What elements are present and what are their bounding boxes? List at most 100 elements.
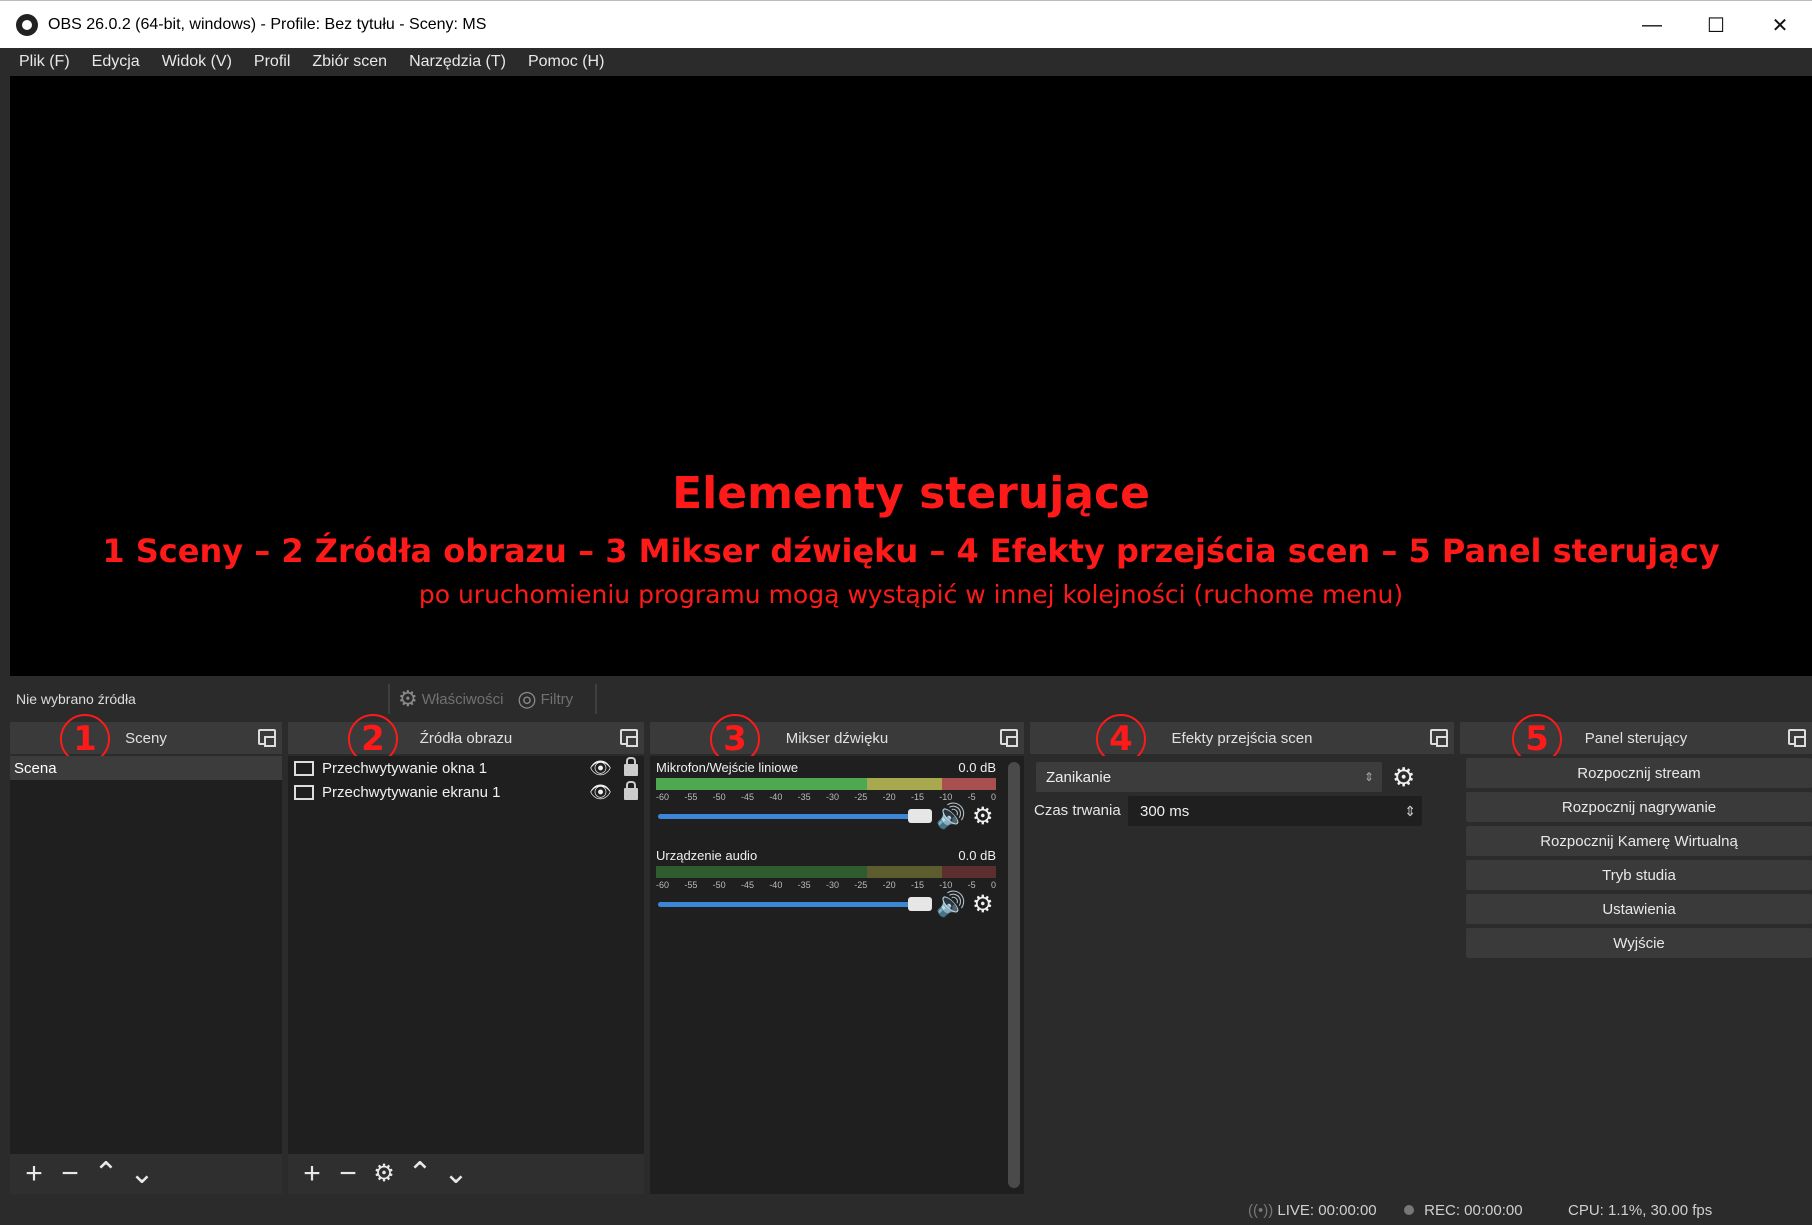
minimize-button[interactable]: — <box>1620 1 1684 49</box>
scenes-list[interactable]: Scena + − ⌃ ⌄ <box>10 756 282 1194</box>
scenes-dock: Sceny 1 Scena + − ⌃ ⌄ <box>10 714 282 1194</box>
duration-input[interactable]: 300 ms ⇕ <box>1128 796 1422 826</box>
remove-source-button[interactable]: − <box>330 1159 366 1189</box>
add-source-button[interactable]: + <box>294 1159 330 1189</box>
scenes-title: Sceny <box>125 729 167 747</box>
gear-icon[interactable]: ⚙ <box>1392 762 1415 793</box>
volume-slider-handle[interactable] <box>908 897 932 911</box>
properties-label: Właściwości <box>421 690 504 708</box>
source-label: Przechwytywanie ekranu 1 <box>322 783 501 801</box>
controls-title: Panel sterujący <box>1584 729 1688 747</box>
start-recording-button[interactable]: Rozpocznij nagrywanie <box>1466 792 1812 822</box>
menu-profile[interactable]: Profil <box>243 53 301 71</box>
remove-scene-button[interactable]: − <box>52 1159 88 1189</box>
annotation-overlay: Elementy sterujące 1 Sceny – 2 Źródła ob… <box>10 76 1812 676</box>
start-stream-button[interactable]: Rozpocznij stream <box>1466 758 1812 788</box>
volume-meter <box>656 778 996 790</box>
gear-icon[interactable]: ⚙ <box>972 890 994 919</box>
obs-logo-icon <box>16 13 38 36</box>
start-virtual-camera-button[interactable]: Rozpocznij Kamerę Wirtualną <box>1466 826 1812 856</box>
menu-tools[interactable]: Narzędzia (T) <box>398 53 517 71</box>
monitor-icon <box>294 784 314 800</box>
maximize-button[interactable]: ☐ <box>1684 1 1748 49</box>
toolbar-separator <box>595 684 598 714</box>
sources-list[interactable]: Przechwytywanie okna 1 👁 Przechwytywanie… <box>288 756 644 1194</box>
mixer-dock: Mikser dźwięku 3 Mikrofon/Wejście liniow… <box>650 714 1024 1194</box>
volume-slider[interactable] <box>658 902 918 907</box>
speaker-icon[interactable]: 🔊 <box>936 890 966 919</box>
window-title: OBS 26.0.2 (64-bit, windows) - Profile: … <box>48 15 487 33</box>
menu-bar: Plik (F) Edycja Widok (V) Profil Zbiór s… <box>0 48 1812 76</box>
volume-slider[interactable] <box>658 814 918 819</box>
sources-footer: + − ⚙ ⌃ ⌄ <box>288 1154 644 1194</box>
cpu-status: CPU: 1.1%, 30.00 fps <box>1568 1202 1713 1219</box>
close-button[interactable]: ✕ <box>1748 1 1812 49</box>
move-down-button[interactable]: ⌄ <box>124 1159 160 1189</box>
scenes-footer: + − ⌃ ⌄ <box>10 1154 282 1194</box>
source-toolbar: Nie wybrano źródła ⚙ Właściwości ◎ Filtr… <box>10 680 1812 718</box>
toolbar-separator <box>388 684 390 714</box>
undock-icon[interactable] <box>258 729 276 747</box>
undock-icon[interactable] <box>620 729 638 747</box>
channel-name: Urządzenie audio <box>656 848 758 863</box>
annotation-list: 1 Sceny – 2 Źródła obrazu – 3 Mikser dźw… <box>102 532 1720 570</box>
window-icon <box>294 760 314 776</box>
spin-arrows-icon[interactable]: ⇕ <box>1404 803 1416 820</box>
source-item[interactable]: Przechwytywanie okna 1 👁 <box>288 756 644 780</box>
lock-icon[interactable] <box>624 757 638 776</box>
menu-edit[interactable]: Edycja <box>81 53 151 71</box>
record-dot-icon <box>1404 1205 1414 1215</box>
undock-icon[interactable] <box>1000 729 1018 747</box>
menu-help[interactable]: Pomoc (H) <box>517 53 615 71</box>
move-up-button[interactable]: ⌃ <box>402 1159 438 1189</box>
scene-item[interactable]: Scena <box>10 756 282 780</box>
undock-icon[interactable] <box>1430 729 1448 747</box>
menu-view[interactable]: Widok (V) <box>151 53 243 71</box>
chevron-updown-icon: ⇕ <box>1363 770 1374 784</box>
move-down-button[interactable]: ⌄ <box>438 1159 474 1189</box>
move-up-button[interactable]: ⌃ <box>88 1159 124 1189</box>
volume-slider-handle[interactable] <box>908 809 932 823</box>
visibility-eye-icon[interactable]: 👁 <box>589 782 612 803</box>
filters-button[interactable]: ◎ Filtry <box>517 686 573 712</box>
controls-body: Rozpocznij stream Rozpocznij nagrywanie … <box>1460 756 1812 1194</box>
properties-button[interactable]: ⚙ Właściwości <box>398 686 503 712</box>
title-bar: OBS 26.0.2 (64-bit, windows) - Profile: … <box>0 0 1812 48</box>
source-item[interactable]: Przechwytywanie ekranu 1 👁 <box>288 780 644 804</box>
mixer-channel: Urządzenie audio 0.0 dB -60 -55 -50 -45 -40-… <box>650 844 1024 932</box>
menu-file[interactable]: Plik (F) <box>8 53 81 71</box>
channel-db: 0.0 dB <box>958 760 996 775</box>
undock-icon[interactable] <box>1788 729 1806 747</box>
menu-scene-collection[interactable]: Zbiór scen <box>301 53 398 71</box>
mixer-body: Mikrofon/Wejście liniowe 0.0 dB -60 -55 -5… <box>650 756 1024 1194</box>
speaker-icon[interactable]: 🔊 <box>936 802 966 831</box>
lock-icon[interactable] <box>624 781 638 800</box>
status-bar: ((•)) LIVE: 00:00:00 REC: 00:00:00 CPU: … <box>0 1194 1812 1225</box>
meter-scale: -60 -55 -50 -45 -40 -35 -30 -25 -20 -15 -10 -5 0 <box>656 880 996 890</box>
filter-icon: ◎ <box>517 686 537 711</box>
rec-time: REC: 00:00:00 <box>1424 1202 1523 1219</box>
duration-value: 300 ms <box>1140 802 1190 820</box>
transition-select[interactable]: Zanikanie ⇕ <box>1036 762 1382 792</box>
channel-name: Mikrofon/Wejście liniowe <box>656 760 799 775</box>
channel-db: 0.0 dB <box>958 848 996 863</box>
sources-title: Źródła obrazu <box>419 729 513 747</box>
transition-selected: Zanikanie <box>1046 768 1112 786</box>
exit-button[interactable]: Wyjście <box>1466 928 1812 958</box>
add-scene-button[interactable]: + <box>16 1159 52 1189</box>
live-status: ((•)) LIVE: 00:00:00 <box>1248 1202 1377 1219</box>
visibility-eye-icon[interactable]: 👁 <box>589 758 612 779</box>
source-properties-button[interactable]: ⚙ <box>366 1159 402 1189</box>
mixer-header: Mikser dźwięku <box>650 722 1024 754</box>
mixer-channel: Mikrofon/Wejście liniowe 0.0 dB -60 -55 -5… <box>650 756 1024 844</box>
scenes-header: Sceny <box>10 722 282 754</box>
mixer-scrollbar[interactable] <box>1008 762 1020 1188</box>
settings-button[interactable]: Ustawienia <box>1466 894 1812 924</box>
transitions-header: Efekty przejścia scen <box>1030 722 1454 754</box>
gear-icon[interactable]: ⚙ <box>972 802 994 831</box>
sources-header: Źródła obrazu <box>288 722 644 754</box>
duration-label: Czas trwania <box>1034 802 1121 819</box>
studio-mode-button[interactable]: Tryb studia <box>1466 860 1812 890</box>
source-label: Przechwytywanie okna 1 <box>322 759 488 777</box>
preview-canvas[interactable]: Elementy sterujące 1 Sceny – 2 Źródła ob… <box>10 76 1812 676</box>
